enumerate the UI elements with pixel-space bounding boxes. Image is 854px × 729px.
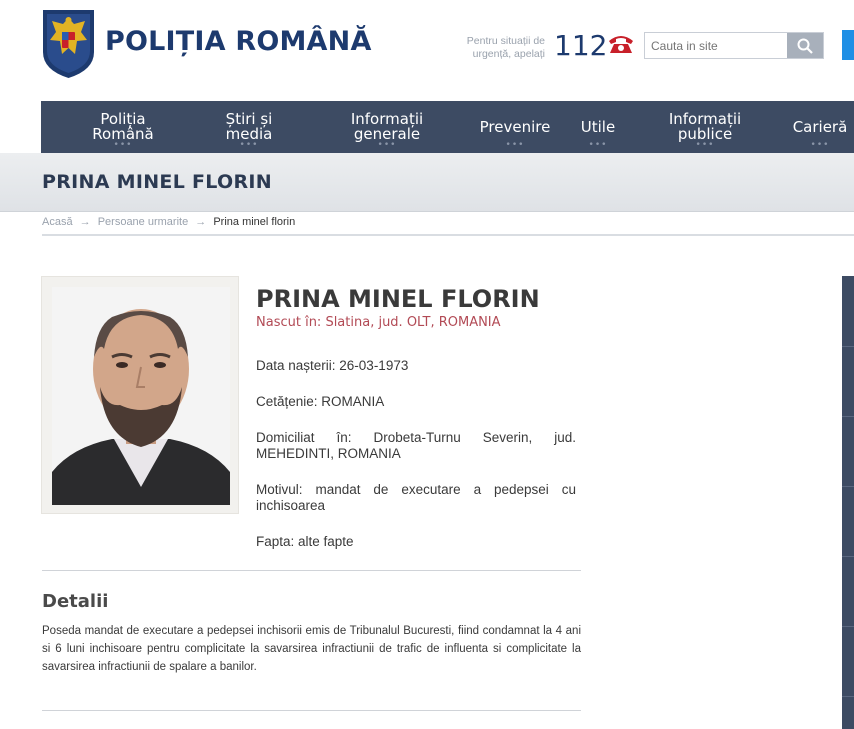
person-reason: Motivul: mandat de executare a pedepsei … [256, 482, 576, 513]
breadcrumb-divider [42, 234, 854, 236]
breadcrumb-section[interactable]: Persoane urmarite [98, 216, 189, 228]
side-bar-divider [842, 486, 854, 487]
nav-dots: ••• [377, 140, 397, 150]
emergency-text-line1: Pentru situații de [466, 35, 545, 47]
breadcrumb-separator: → [79, 216, 91, 228]
breadcrumb-current: Prina minel florin [213, 216, 296, 228]
side-bar-divider [842, 416, 854, 417]
side-bar-divider [842, 626, 854, 627]
person-birthplace: Nascut în: Slatina, jud. OLT, ROMANIA [256, 315, 501, 330]
details-text: Poseda mandat de executare a pedepsei in… [42, 625, 581, 673]
nav-item-cariera[interactable]: Carieră ••• [785, 101, 854, 153]
person-residence: Domiciliat în: Drobeta-Turnu Severin, ju… [256, 430, 576, 461]
search-button[interactable] [787, 33, 823, 58]
nav-dots: ••• [505, 140, 525, 150]
coat-of-arms-logo[interactable] [41, 8, 96, 80]
side-share-bar[interactable] [842, 276, 854, 729]
person-photo [52, 287, 230, 505]
nav-item-politia-romana[interactable]: Poliția Română ••• [83, 101, 163, 153]
person-name: PRINA MINEL FLORIN [256, 285, 540, 313]
breadcrumb-separator: → [195, 216, 207, 228]
details-heading: Detalii [42, 591, 109, 612]
person-photo-frame [41, 276, 239, 514]
search-input[interactable] [645, 33, 787, 58]
nav-item-label: Carieră [792, 117, 848, 136]
phone-icon [609, 36, 633, 53]
nav-dots: ••• [695, 140, 715, 150]
breadcrumb: Acasă → Persoane urmarite → Prina minel … [42, 216, 299, 228]
side-bar-divider [842, 556, 854, 557]
nav-item-informatii-generale[interactable]: Informații generale ••• [339, 101, 435, 153]
emergency-text-line2: urgență, apelați [472, 48, 545, 60]
nav-item-label: Prevenire [479, 117, 551, 136]
person-citizenship: Cetățenie: ROMANIA [256, 394, 385, 409]
nav-item-informatii-publice[interactable]: Informații publice ••• [659, 101, 751, 153]
search-icon [797, 38, 813, 54]
side-bar-divider [842, 696, 854, 697]
nav-dots: ••• [239, 140, 259, 150]
nav-item-label: Utile [580, 117, 616, 136]
breadcrumb-home[interactable]: Acasă [42, 216, 73, 228]
side-bar-divider [842, 346, 854, 347]
header-side-tab[interactable] [842, 30, 854, 60]
emergency-number: 112 [554, 29, 608, 62]
section-divider [42, 570, 581, 571]
nav-dots: ••• [588, 140, 608, 150]
person-birth-date: Data nașterii: 26-03-1973 [256, 358, 409, 373]
site-brand-title[interactable]: POLIȚIA ROMÂNĂ [105, 26, 372, 57]
emergency-text: Pentru situații de urgență, apelați [455, 35, 545, 61]
section-divider [42, 710, 581, 711]
nav-item-utile[interactable]: Utile ••• [573, 101, 623, 153]
nav-dots: ••• [810, 140, 830, 150]
nav-item-stiri-media[interactable]: Știri și media ••• [209, 101, 289, 153]
page-title: PRINA MINEL FLORIN [42, 171, 272, 193]
search-box [644, 32, 824, 59]
main-nav: Poliția Română ••• Știri și media ••• In… [41, 101, 854, 153]
nav-item-prevenire[interactable]: Prevenire ••• [473, 101, 557, 153]
person-deed: Fapta: alte fapte [256, 534, 354, 549]
nav-dots: ••• [113, 140, 133, 150]
